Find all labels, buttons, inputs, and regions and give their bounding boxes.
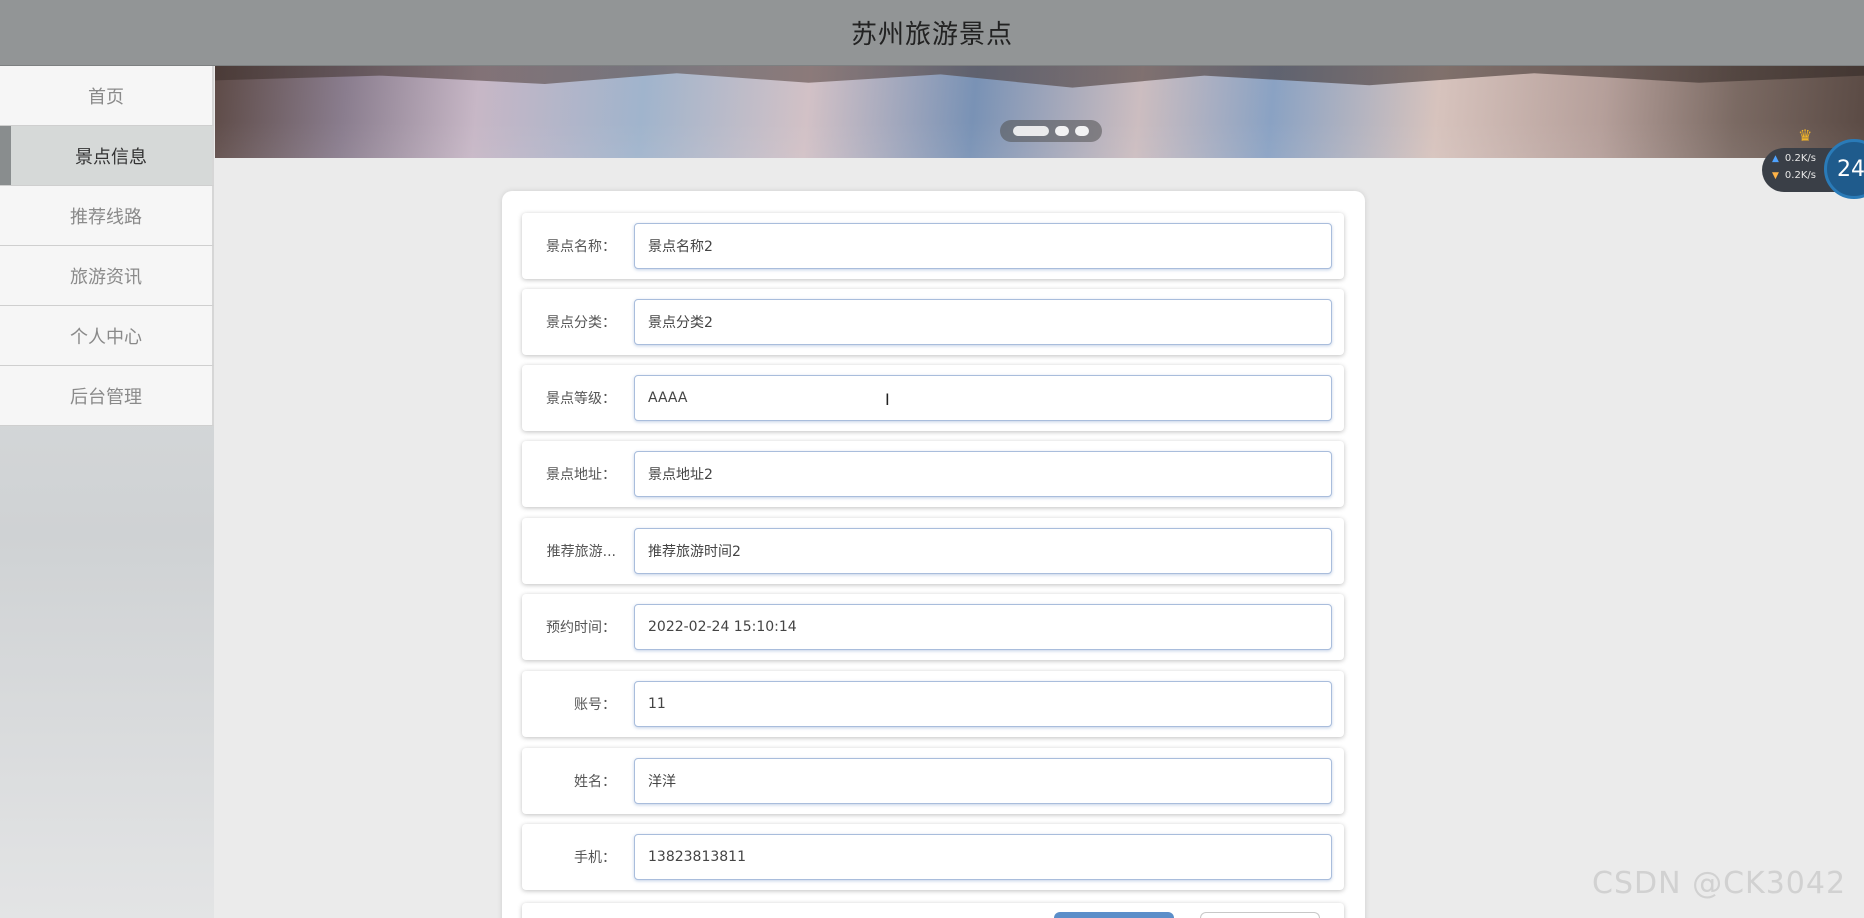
sidebar-item-news[interactable]: 旅游资讯 [0,246,214,306]
form-row-name: 景点名称： 景点名称2 [522,213,1344,279]
carousel-dot[interactable] [1055,126,1069,136]
page-title: 苏州旅游景点 [850,20,1013,50]
field-label: 推荐旅游... [546,544,616,560]
form-row-category: 景点分类： 景点分类2 [522,289,1344,355]
sidebar-item-label: 景点信息 [75,146,147,168]
field-label: 姓名： [574,774,616,790]
phone-input[interactable]: 13823813811 [634,834,1332,880]
attraction-address-input[interactable]: 景点地址2 [634,451,1332,497]
form-row-address: 景点地址： 景点地址2 [522,441,1344,507]
field-value: 景点分类2 [648,315,713,331]
sidebar-item-label: 推荐线路 [70,206,142,228]
upload-arrow-icon: ▲ [1772,153,1779,164]
form-row-recommended-time: 推荐旅游... 推荐旅游时间2 [522,518,1344,584]
header-bar: 苏州旅游景点 [0,0,1864,66]
carousel-indicators [1000,120,1102,142]
sidebar-item-routes[interactable]: 推荐线路 [0,186,214,246]
person-name-input[interactable]: 洋洋 [634,758,1332,804]
field-label: 账号： [574,697,616,713]
field-value: AAAA [648,390,688,406]
text-cursor-icon: I [885,390,890,409]
field-label: 景点地址： [546,467,616,483]
field-label: 景点名称： [546,239,616,255]
field-label: 景点等级： [546,391,616,407]
sidebar-item-label: 旅游资讯 [70,266,142,288]
field-label: 手机： [574,850,616,866]
booking-time-input[interactable]: 2022-02-24 15:10:14 [634,604,1332,650]
cancel-button[interactable] [1200,912,1320,918]
download-speed-value: 0.2K/s [1784,170,1816,181]
sidebar-item-label: 个人中心 [70,326,142,348]
field-label: 预约时间： [546,620,616,636]
recommended-time-input[interactable]: 推荐旅游时间2 [634,528,1332,574]
sidebar-item-attractions[interactable]: 景点信息 [0,126,214,186]
field-value: 2022-02-24 15:10:14 [648,619,797,635]
sidebar-item-admin[interactable]: 后台管理 [0,366,214,426]
sidebar-item-home[interactable]: 首页 [0,66,214,126]
field-value: 推荐旅游时间2 [648,544,741,560]
sidebar: 首页 景点信息 推荐线路 旅游资讯 个人中心 后台管理 [0,66,214,918]
submit-button[interactable] [1054,912,1174,918]
field-value: 景点地址2 [648,467,713,483]
upload-speed-value: 0.2K/s [1784,153,1816,164]
field-value: 11 [648,696,666,712]
upload-speed: ▲ 0.2K/s [1772,153,1816,164]
account-input[interactable]: 11 [634,681,1332,727]
banner-carousel [215,66,1864,158]
download-arrow-icon: ▼ [1772,170,1779,181]
sidebar-item-label: 后台管理 [70,386,142,408]
form-row-booking-time: 预约时间： 2022-02-24 15:10:14 [522,594,1344,660]
speed-gauge-value: 24 [1837,156,1864,182]
field-label: 景点分类： [546,315,616,331]
field-value: 13823813811 [648,849,746,865]
form-row-level: 景点等级： AAAA I [522,365,1344,431]
download-speed: ▼ 0.2K/s [1772,170,1816,181]
form-row-name-person: 姓名： 洋洋 [522,748,1344,814]
sidebar-item-profile[interactable]: 个人中心 [0,306,214,366]
crown-icon: ♛ [1798,126,1813,145]
field-value: 洋洋 [648,774,676,790]
attraction-level-input[interactable]: AAAA I [634,375,1332,421]
attraction-name-input[interactable]: 景点名称2 [634,223,1332,269]
watermark: CSDN @CK3042 [1592,866,1847,901]
form-row-phone: 手机： 13823813811 [522,824,1344,890]
carousel-dot[interactable] [1013,126,1049,136]
field-value: 景点名称2 [648,239,713,255]
sidebar-item-label: 首页 [88,86,124,108]
form-row-account: 账号： 11 [522,671,1344,737]
attraction-category-input[interactable]: 景点分类2 [634,299,1332,345]
carousel-dot[interactable] [1075,126,1089,136]
